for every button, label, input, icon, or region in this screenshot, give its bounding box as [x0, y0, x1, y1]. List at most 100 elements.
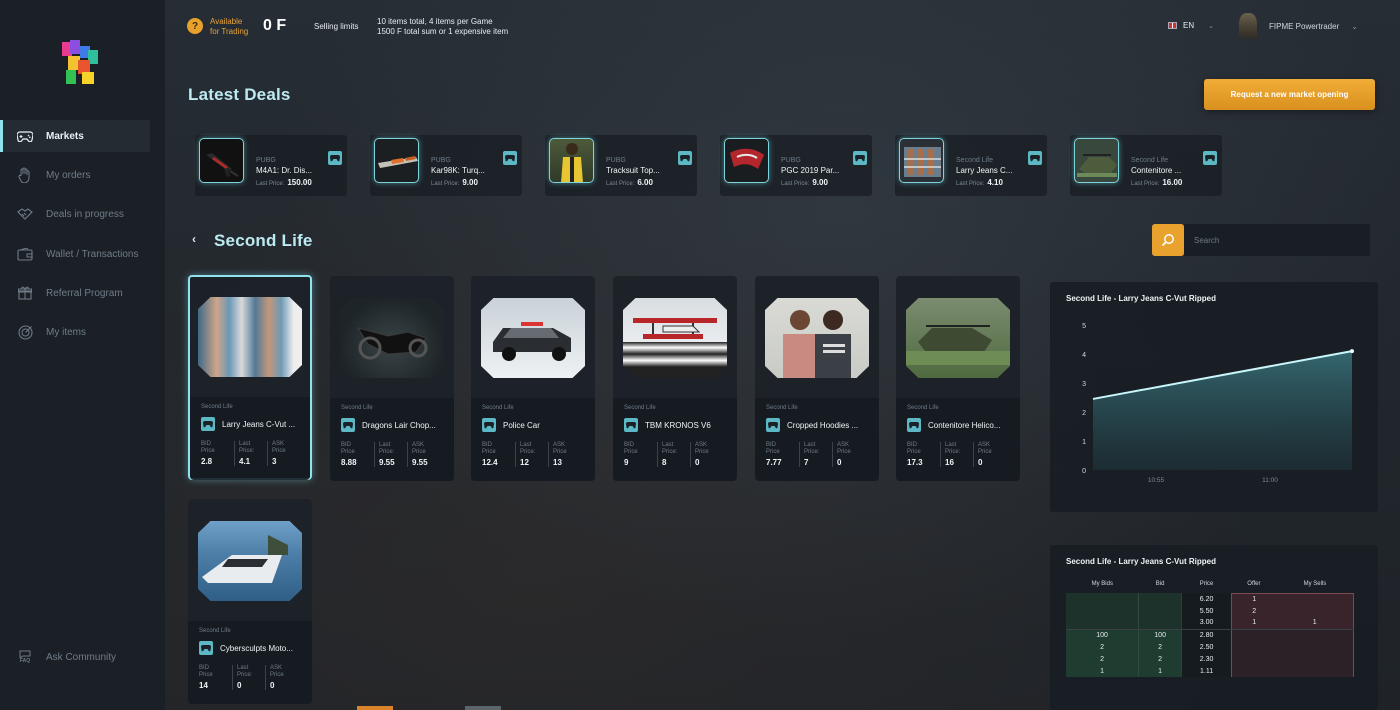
deal-last-price: Last Price: 4.10: [956, 178, 1003, 187]
my-bids-cell: 100: [1066, 629, 1139, 641]
ask-price: ASK Price 0: [265, 665, 301, 690]
item-image: [623, 298, 727, 378]
item-info: Second Life Dragons Lair Chop... BID Pric…: [330, 398, 454, 481]
order-book-row[interactable]: 3.00 1 1: [1066, 617, 1355, 630]
request-market-button[interactable]: Request a new market opening: [1204, 79, 1375, 110]
item-card[interactable]: Second Life Cropped Hoodies ... BID Price…: [755, 276, 879, 481]
item-game: Second Life: [199, 628, 231, 634]
last-price: Last Price: 12: [515, 442, 551, 467]
deal-card[interactable]: Second Life Contenitore ... Last Price: 1…: [1070, 135, 1222, 196]
price-cell: 1.11: [1181, 665, 1232, 677]
item-card[interactable]: Second Life Police Car BID Price 12.4 Last…: [471, 276, 595, 481]
price-cell: 2.80: [1181, 629, 1232, 641]
deal-card[interactable]: PUBG Kar98K: Turq... Last Price: 9.00: [370, 135, 522, 196]
item-image: [765, 298, 869, 378]
deal-card[interactable]: PUBG PGC 2019 Par... Last Price: 9.00: [720, 135, 872, 196]
search-input[interactable]: [1184, 224, 1370, 256]
item-image: [906, 298, 1010, 378]
order-book-row[interactable]: 1 1 1.11: [1066, 665, 1355, 677]
gamepad-icon: [503, 151, 517, 165]
limits-line-1: 10 items total, 4 items per Game: [377, 17, 493, 26]
sidebar-item-wallet[interactable]: Wallet / Transactions: [0, 238, 150, 270]
handshake-icon: [17, 206, 33, 222]
order-book-row[interactable]: 6.20 1: [1066, 592, 1355, 605]
deal-last-price: Last Price: 9.00: [431, 178, 478, 187]
item-info: Second Life Police Car BID Price 12.4 Last…: [471, 398, 595, 481]
language-selector[interactable]: EN ⌄: [1168, 21, 1214, 30]
ask-community-link[interactable]: FAQ Ask Community: [0, 641, 150, 673]
sidebar-item-deals-in-progress[interactable]: Deals in progress: [0, 198, 150, 230]
item-card[interactable]: Second Life Larry Jeans C-Vut ... BID Pri…: [188, 275, 312, 480]
y-tick-label: 5: [1082, 323, 1086, 330]
order-book-row[interactable]: 2 2 2.50: [1066, 641, 1355, 653]
chevron-down-icon: ⌄: [1351, 21, 1358, 31]
item-game: Second Life: [482, 405, 514, 411]
data-point[interactable]: [1350, 349, 1354, 354]
user-menu[interactable]: FIPME Powertrader ⌄: [1239, 13, 1358, 39]
price-cell: 3.00: [1181, 617, 1232, 630]
price-chart-panel: Second Life - Larry Jeans C-Vut Ripped 0…: [1050, 282, 1378, 512]
sidebar: Markets My orders Deals in progress Wall…: [0, 0, 165, 710]
bid-price: BID Price 7.77: [766, 442, 782, 467]
item-image: [481, 298, 585, 378]
y-tick-label: 1: [1082, 439, 1086, 446]
deal-thumbnail: [374, 138, 419, 183]
item-name: TBM KRONOS V6: [645, 421, 711, 430]
latest-deals-title: Latest Deals: [188, 85, 291, 104]
series-area: [1093, 351, 1352, 470]
sidebar-item-my-orders[interactable]: My orders: [0, 159, 150, 191]
bid-cell: [1138, 593, 1182, 605]
sidebar-item-referral-program[interactable]: Referral Program: [0, 277, 150, 309]
deal-last-price: Last Price: 6.00: [606, 178, 653, 187]
bid-cell: 2: [1138, 653, 1182, 665]
item-card[interactable]: Second Life Contenitore Helico... BID Pri…: [896, 276, 1020, 481]
deal-name: Contenitore ...: [1131, 166, 1182, 175]
item-game: Second Life: [624, 405, 656, 411]
order-book-row[interactable]: 100 100 2.80: [1066, 629, 1355, 641]
column-header: Price: [1199, 581, 1214, 587]
gamepad-icon: [328, 151, 342, 165]
fcoin-icon: ?: [187, 18, 203, 34]
bid-price: BID Price 2.8: [201, 441, 215, 466]
gamepad-icon: [482, 418, 496, 432]
offer-cell: [1230, 653, 1277, 665]
x-tick-label: 10:55: [1148, 477, 1165, 484]
search-button[interactable]: [1152, 224, 1184, 256]
last-price: Last Price: 8: [657, 442, 693, 467]
sidebar-item-my-items[interactable]: My items: [0, 316, 150, 348]
price-cell: 6.20: [1181, 593, 1232, 605]
deal-card[interactable]: Second Life Larry Jeans C... Last Price:…: [895, 135, 1047, 196]
deal-name: Tracksuit Top...: [606, 166, 660, 175]
order-book-table: My Bids Bid Price Offer My Sells 6.20 1 5.…: [1066, 575, 1355, 677]
bid-price: BID Price 17.3: [907, 442, 923, 467]
order-book-row[interactable]: 2 2 2.30: [1066, 653, 1355, 665]
last-price: Last Price: 16: [940, 442, 976, 467]
gamepad-icon: [1028, 151, 1042, 165]
item-image: [198, 297, 302, 377]
bid-cell: 1: [1138, 665, 1182, 677]
last-price-value: 4.10: [987, 178, 1003, 187]
pagination-indicator[interactable]: [465, 706, 501, 710]
my-bids-cell: [1066, 605, 1139, 617]
avatar: [1239, 13, 1257, 39]
my-bids-cell: 1: [1066, 665, 1139, 677]
sidebar-item-markets[interactable]: Markets: [0, 120, 150, 152]
sidebar-item-label: Wallet / Transactions: [46, 248, 139, 260]
ask-community-label: Ask Community: [46, 651, 117, 663]
deal-card[interactable]: PUBG Tracksuit Top... Last Price: 6.00: [545, 135, 697, 196]
deal-card[interactable]: PUBG M4A1: Dr. Dis... Last Price: 150.00: [195, 135, 347, 196]
available-for-trading-label: Available for Trading: [210, 17, 248, 37]
order-book-row[interactable]: 5.50 2: [1066, 605, 1355, 617]
x-tick-label: 11:00: [1262, 477, 1278, 484]
offer-cell: 1: [1230, 592, 1277, 605]
back-arrow-icon[interactable]: ‹: [192, 232, 196, 246]
sidebar-item-label: My items: [46, 326, 86, 338]
item-card[interactable]: Second Life Cybersculpts Moto... BID Pric…: [188, 499, 312, 704]
item-card[interactable]: Second Life TBM KRONOS V6 BID Price 9 Last…: [613, 276, 737, 481]
my-bids-cell: 2: [1066, 641, 1139, 653]
item-name: Cybersculpts Moto...: [220, 644, 293, 653]
ask-price: ASK Price 13: [548, 442, 584, 467]
pagination-indicator-active[interactable]: [357, 706, 393, 710]
item-card[interactable]: Second Life Dragons Lair Chop... BID Pric…: [330, 276, 454, 481]
my-sells-cell: 1: [1276, 617, 1355, 630]
